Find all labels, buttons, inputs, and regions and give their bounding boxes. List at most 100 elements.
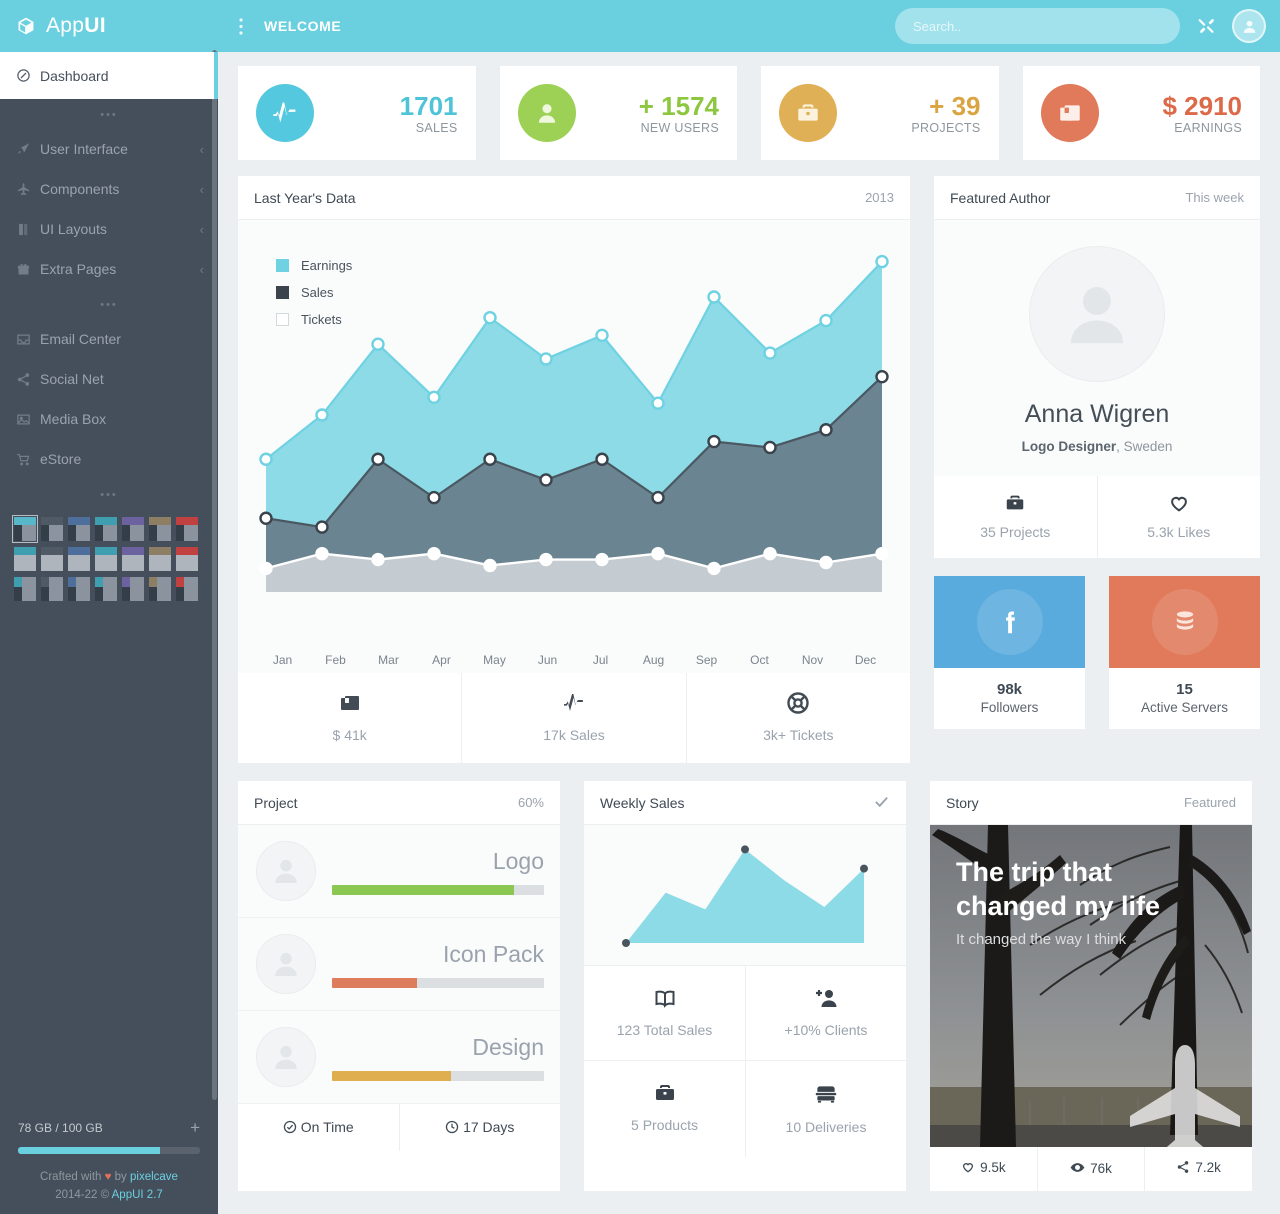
theme-swatch[interactable] bbox=[149, 577, 171, 601]
card-subtitle: Featured bbox=[1183, 795, 1236, 810]
story-image[interactable]: The trip that changed my life It changed… bbox=[930, 825, 1252, 1147]
theme-swatch[interactable] bbox=[176, 517, 198, 541]
author-link[interactable]: pixelcave bbox=[130, 1171, 178, 1183]
card-title: Project bbox=[254, 794, 298, 811]
project-row[interactable]: Logo bbox=[238, 825, 560, 918]
stat-label: EARNINGS bbox=[1174, 121, 1242, 135]
theme-swatch[interactable] bbox=[95, 517, 117, 541]
theme-swatch[interactable] bbox=[14, 577, 36, 601]
stat-tile-earnings[interactable]: $ 2910 EARNINGS bbox=[1022, 66, 1260, 160]
sidebar-item-estore[interactable]: eStore bbox=[0, 439, 218, 479]
story-views[interactable]: 76k bbox=[1036, 1147, 1145, 1191]
story-likes[interactable]: 9.5k bbox=[930, 1147, 1037, 1191]
bottom-row: Project 60% Logo Icon Pack Design On Tim… bbox=[238, 781, 1260, 1191]
project-footer-label: 17 Days bbox=[463, 1119, 515, 1135]
weekly-stat-label: 10 Deliveries bbox=[785, 1119, 867, 1135]
stat-tile-sales[interactable]: 1701 SALES bbox=[238, 66, 476, 160]
sidebar: AppUI Dashboard ••• User Interface ‹ Com… bbox=[0, 0, 218, 1214]
book-icon bbox=[584, 986, 745, 1010]
theme-swatch[interactable] bbox=[95, 547, 117, 571]
theme-swatch[interactable] bbox=[122, 517, 144, 541]
legend-item-earnings[interactable]: Earnings bbox=[276, 252, 352, 279]
brand-logo[interactable]: AppUI bbox=[0, 0, 218, 52]
theme-swatch[interactable] bbox=[122, 577, 144, 601]
theme-swatch[interactable] bbox=[41, 547, 63, 571]
weekly-sales-card: Weekly Sales 123 Total Sales +10% Client… bbox=[584, 781, 906, 1191]
sidebar-item-ui-layouts[interactable]: UI Layouts ‹ bbox=[0, 209, 218, 249]
main-content: 1701 SALES + 1574 NEW USERS + 39 PROJECT… bbox=[218, 52, 1280, 1214]
mini-card-active-servers[interactable]: 15 Active Servers bbox=[1109, 576, 1260, 729]
sidebar-item-components[interactable]: Components ‹ bbox=[0, 169, 218, 209]
chart-month-label: May bbox=[483, 653, 506, 667]
sidebar-item-email-center[interactable]: Email Center bbox=[0, 319, 218, 359]
project-footer-label: On Time bbox=[300, 1119, 354, 1135]
weekly-stat-products[interactable]: 5 Products bbox=[584, 1060, 745, 1157]
theme-swatch[interactable] bbox=[68, 517, 90, 541]
author-job-title: Logo Designer bbox=[1021, 439, 1117, 454]
project-status-on-time[interactable]: On Time bbox=[238, 1104, 399, 1151]
version-link[interactable]: AppUI 2.7 bbox=[112, 1189, 163, 1201]
sidebar-item-media-box[interactable]: Media Box bbox=[0, 399, 218, 439]
theme-swatch[interactable] bbox=[14, 547, 36, 571]
rocket-icon bbox=[16, 142, 40, 157]
chart-stat-tickets[interactable]: 3k+ Tickets bbox=[685, 673, 910, 763]
legend-label: Sales bbox=[301, 285, 334, 300]
stat-tile-projects[interactable]: + 39 PROJECTS bbox=[761, 66, 999, 160]
theme-swatch[interactable] bbox=[149, 547, 171, 571]
project-progress-bar bbox=[332, 1070, 544, 1081]
theme-swatch[interactable] bbox=[176, 547, 198, 571]
theme-swatch[interactable] bbox=[41, 517, 63, 541]
author-location: , Sweden bbox=[1116, 439, 1173, 454]
sidebar-separator-1: ••• bbox=[100, 109, 118, 121]
stat-label: SALES bbox=[415, 121, 458, 135]
search-input[interactable] bbox=[895, 8, 1180, 44]
legend-label: Earnings bbox=[301, 258, 353, 273]
theme-swatch[interactable] bbox=[12, 515, 38, 543]
theme-swatch[interactable] bbox=[149, 517, 171, 541]
project-row[interactable]: Icon Pack bbox=[238, 918, 560, 1011]
project-row[interactable]: Design bbox=[238, 1011, 560, 1104]
theme-swatch[interactable] bbox=[41, 577, 63, 601]
wrench-screwdriver-icon[interactable] bbox=[1198, 17, 1216, 35]
sidebar-item-extra-pages[interactable]: Extra Pages ‹ bbox=[0, 249, 218, 289]
mini-card-followers[interactable]: 98k Followers bbox=[934, 576, 1085, 729]
clock-icon bbox=[445, 1120, 459, 1134]
theme-swatch[interactable] bbox=[68, 547, 90, 571]
project-footer: On Time 17 Days bbox=[238, 1104, 560, 1151]
plus-icon[interactable]: + bbox=[190, 1118, 200, 1138]
project-days-remaining[interactable]: 17 Days bbox=[398, 1104, 561, 1151]
lifebuoy-icon bbox=[687, 691, 910, 715]
archive-icon bbox=[238, 691, 461, 715]
legend-item-tickets[interactable]: Tickets bbox=[276, 306, 352, 333]
theme-swatch[interactable] bbox=[68, 577, 90, 601]
story-shares[interactable]: 7.2k bbox=[1144, 1147, 1252, 1191]
avatar[interactable] bbox=[1232, 9, 1266, 43]
weekly-stat-deliveries[interactable]: 10 Deliveries bbox=[745, 1060, 906, 1157]
card-subtitle: 60% bbox=[517, 795, 544, 810]
weekly-stat-clients[interactable]: +10% Clients bbox=[745, 965, 906, 1060]
sidebar-item-social-net[interactable]: Social Net bbox=[0, 359, 218, 399]
author-stat-label: 5.3k Likes bbox=[1147, 524, 1211, 540]
area-chart[interactable]: Earnings Sales Tickets Jan Feb Mar Apr May Ju… bbox=[238, 220, 910, 673]
legend-label: Tickets bbox=[301, 312, 342, 327]
weekly-sales-chart[interactable] bbox=[584, 825, 906, 965]
chart-stat-sales[interactable]: 17k Sales bbox=[461, 673, 685, 763]
sidebar-item-dashboard[interactable]: Dashboard bbox=[0, 52, 218, 99]
check-icon[interactable] bbox=[873, 793, 890, 813]
theme-swatch[interactable] bbox=[176, 577, 198, 601]
chart-stat-earnings[interactable]: $ 41k bbox=[238, 673, 461, 763]
project-name: Design bbox=[472, 1033, 544, 1060]
theme-swatch[interactable] bbox=[95, 577, 117, 601]
chart-column: Last Year's Data 2013 Earnings Sales Tic… bbox=[238, 176, 910, 763]
weekly-stat-label: 5 Products bbox=[631, 1117, 698, 1133]
sidebar-item-user-interface[interactable]: User Interface ‹ bbox=[0, 129, 218, 169]
legend-item-sales[interactable]: Sales bbox=[276, 279, 352, 306]
legend-swatch bbox=[276, 259, 289, 272]
chart-stat-label: 17k Sales bbox=[543, 727, 605, 743]
theme-swatch[interactable] bbox=[122, 547, 144, 571]
stat-tile-new-users[interactable]: + 1574 NEW USERS bbox=[499, 66, 737, 160]
weekly-stat-total-sales[interactable]: 123 Total Sales bbox=[584, 965, 745, 1060]
author-stat-projects[interactable]: 35 Projects bbox=[934, 476, 1097, 558]
vertical-dots-icon[interactable] bbox=[218, 17, 264, 35]
author-stat-likes[interactable]: 5.3k Likes bbox=[1096, 476, 1261, 558]
